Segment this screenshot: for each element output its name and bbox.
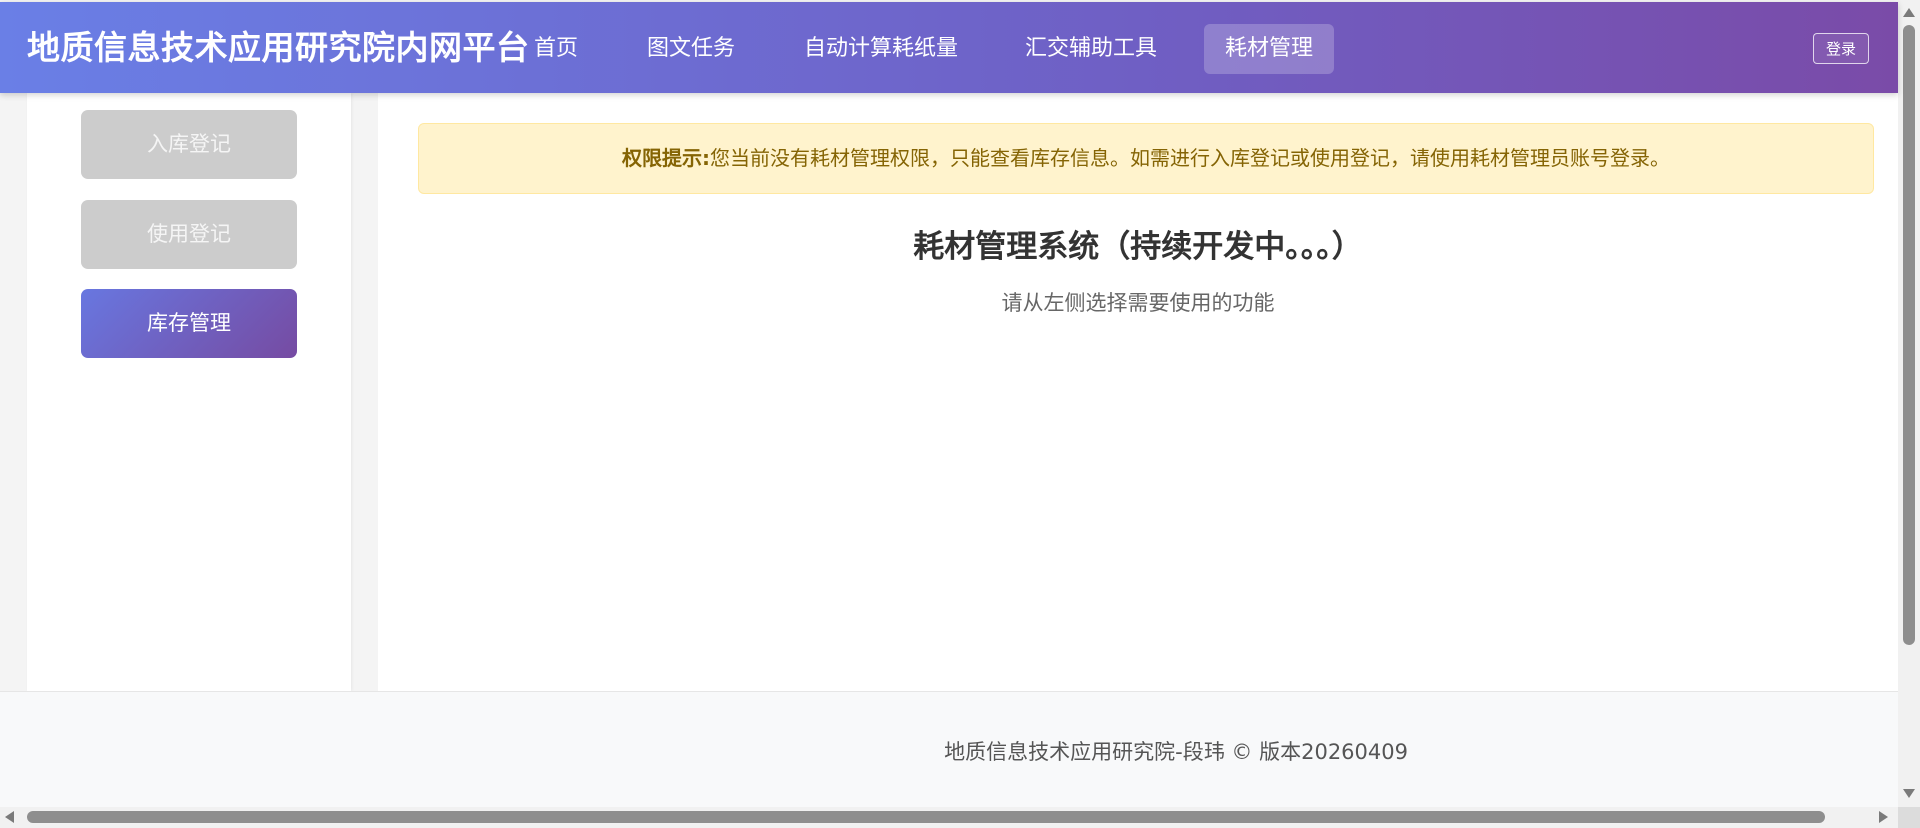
- page-title: 耗材管理系统（持续开发中。。。）: [913, 229, 1363, 265]
- site-title: 地质信息技术应用研究院内网平台: [27, 28, 530, 67]
- nav-graphic-tasks[interactable]: 图文任务: [626, 24, 756, 74]
- sidebar-item-inventory[interactable]: 库存管理: [81, 289, 297, 358]
- scroll-left-icon[interactable]: [5, 811, 14, 823]
- nav-consumables[interactable]: 耗材管理: [1204, 24, 1335, 74]
- nav-home[interactable]: 首页: [513, 24, 599, 74]
- sidebar-item-stock-in[interactable]: 入库登记: [81, 110, 297, 179]
- vertical-scrollbar-thumb[interactable]: [1903, 25, 1915, 645]
- top-nav-bar: 地质信息技术应用研究院内网平台 首页 图文任务 自动计算耗纸量 汇交辅助工具 耗…: [0, 2, 1898, 93]
- sidebar-item-usage[interactable]: 使用登记: [81, 200, 297, 269]
- footer: 地质信息技术应用研究院-段玮 © 版本20260409: [0, 691, 1898, 807]
- permission-alert: 权限提示:您当前没有耗材管理权限，只能查看库存信息。如需进行入库登记或使用登记，…: [418, 123, 1874, 194]
- footer-copyright: 地质信息技术应用研究院-段玮 © 版本20260409: [944, 740, 1408, 764]
- scroll-up-icon[interactable]: [1903, 8, 1915, 17]
- sidebar: 入库登记 使用登记 库存管理: [27, 93, 351, 691]
- horizontal-scrollbar-thumb[interactable]: [27, 811, 1825, 823]
- alert-message: 您当前没有耗材管理权限，只能查看库存信息。如需进行入库登记或使用登记，请使用耗材…: [710, 146, 1670, 170]
- scroll-down-icon[interactable]: [1903, 789, 1915, 798]
- nav-paper-calculator[interactable]: 自动计算耗纸量: [783, 24, 979, 74]
- alert-title: 权限提示:: [622, 146, 710, 170]
- main-content: 权限提示:您当前没有耗材管理权限，只能查看库存信息。如需进行入库登记或使用登记，…: [378, 93, 1898, 691]
- page-subtitle: 请从左侧选择需要使用的功能: [1001, 291, 1275, 315]
- scrollbar-corner: [1898, 807, 1920, 828]
- nav-submission-tools[interactable]: 汇交辅助工具: [1004, 24, 1178, 74]
- scroll-right-icon[interactable]: [1879, 811, 1888, 823]
- login-button[interactable]: 登录: [1813, 33, 1869, 64]
